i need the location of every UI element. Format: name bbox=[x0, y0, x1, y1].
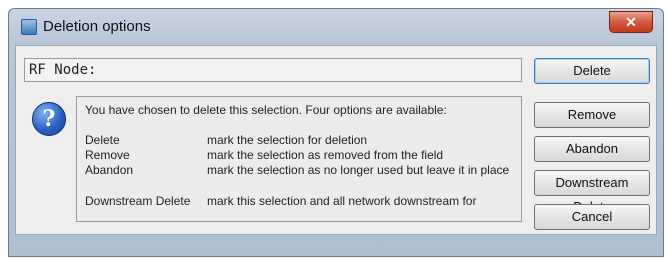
message-box: You have chosen to delete this selection… bbox=[76, 96, 522, 222]
cancel-button[interactable]: Cancel bbox=[534, 204, 650, 230]
delete-button[interactable]: Delete bbox=[534, 58, 650, 84]
option-term-remove: Remove bbox=[85, 148, 130, 162]
option-desc-downstream-delete: mark this selection and all network down… bbox=[207, 194, 477, 208]
option-desc-remove: mark the selection as removed from the f… bbox=[207, 148, 444, 162]
question-icon: ? bbox=[32, 102, 66, 136]
close-icon: ✕ bbox=[625, 14, 637, 30]
intro-text: You have chosen to delete this selection… bbox=[85, 103, 447, 117]
option-term-downstream-delete: Downstream Delete bbox=[85, 194, 191, 208]
dialog-body: RF Node: ? You have chosen to delete thi… bbox=[15, 45, 657, 235]
abandon-button[interactable]: Abandon bbox=[534, 136, 650, 162]
app-icon bbox=[21, 19, 37, 35]
title-bar[interactable]: Deletion options ✕ bbox=[9, 9, 663, 45]
option-term-abandon: Abandon bbox=[85, 163, 134, 177]
dialog-title: Deletion options bbox=[43, 18, 151, 35]
deletion-options-dialog: Deletion options ✕ RF Node: ? You have c… bbox=[8, 8, 664, 257]
remove-button[interactable]: Remove bbox=[534, 102, 650, 128]
rf-node-field[interactable]: RF Node: bbox=[24, 58, 522, 82]
option-term-delete: Delete bbox=[85, 133, 120, 147]
downstream-delete-button[interactable]: Downstream Delete bbox=[534, 170, 650, 214]
close-button[interactable]: ✕ bbox=[609, 11, 653, 33]
option-desc-abandon: mark the selection as no longer used but… bbox=[207, 163, 510, 177]
option-desc-delete: mark the selection for deletion bbox=[207, 133, 368, 147]
